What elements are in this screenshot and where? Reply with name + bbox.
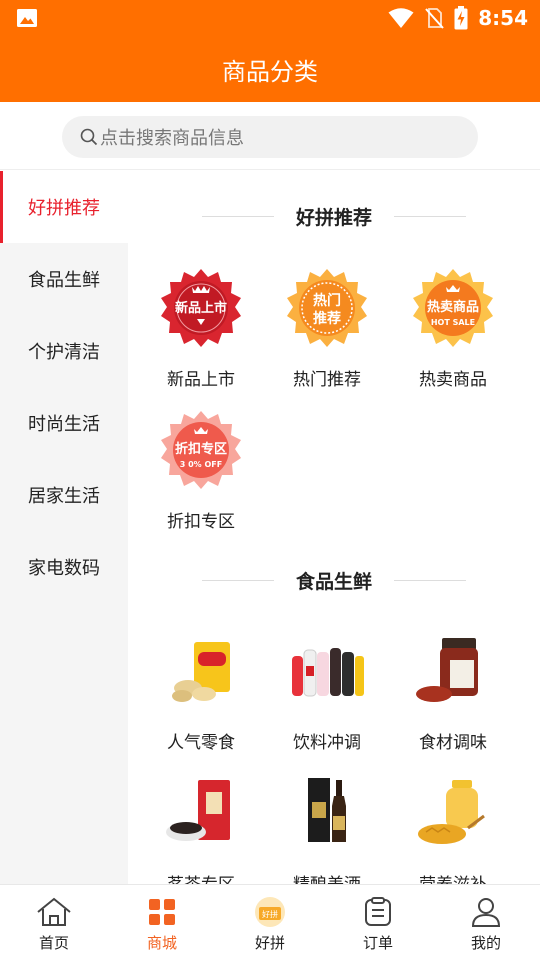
category-item-seasoning[interactable]: 食材调味 — [390, 630, 516, 753]
sidebar-item-label: 好拼推荐 — [28, 198, 100, 219]
tab-home[interactable]: 首页 — [0, 885, 108, 960]
hot-sale-badge-icon: 热卖商品 HOT SALE — [413, 269, 493, 347]
tab-haopin[interactable]: 好拼 好拼 — [216, 885, 324, 960]
sauce-jar-icon — [416, 638, 478, 702]
tab-mall[interactable]: 商城 — [108, 885, 216, 960]
search-placeholder: 点击搜索商品信息 — [100, 128, 244, 149]
category-item-label: 饮料冲调 — [293, 733, 361, 753]
user-icon — [471, 898, 501, 927]
tab-orders[interactable]: 订单 — [324, 885, 432, 960]
sidebar-item-label: 食品生鲜 — [28, 270, 100, 291]
sidebar-item-label: 时尚生活 — [28, 414, 100, 435]
honey-icon — [418, 780, 485, 844]
sidebar-item-home[interactable]: 居家生活 — [0, 459, 128, 531]
sidebar-item-label: 居家生活 — [28, 486, 100, 507]
sidebar-item-haopin[interactable]: 好拼推荐 — [0, 171, 128, 243]
category-item-label: 人气零食 — [167, 733, 235, 753]
home-icon — [37, 897, 71, 926]
badge-text: 折扣专区 — [175, 441, 227, 457]
category-item-label: 营养滋补 — [419, 870, 487, 884]
badge-text: 推荐 — [313, 310, 341, 327]
category-item-label: 热卖商品 — [419, 370, 487, 390]
category-item-label: 精酿美酒 — [293, 870, 361, 884]
badge-text: 新品上市 — [175, 300, 227, 316]
badge-text: 热卖商品 — [427, 299, 479, 315]
battery-charging-icon — [454, 6, 468, 30]
haopin-badge-text: 好拼 — [262, 909, 278, 919]
order-icon — [365, 897, 391, 926]
page-title-bar: 商品分类 — [0, 36, 540, 102]
category-item-nutrition[interactable]: 营养滋补 — [390, 772, 516, 884]
tab-label: 首页 — [38, 934, 69, 952]
haopin-icon: 好拼 — [255, 897, 285, 927]
wifi-icon — [388, 8, 414, 28]
drinks-icon — [292, 648, 364, 697]
category-item-drinks[interactable]: 饮料冲调 — [264, 630, 390, 753]
search-input[interactable]: 点击搜索商品信息 — [62, 116, 478, 158]
tab-label: 好拼 — [254, 934, 285, 952]
section-header-food: 食品生鲜 — [128, 560, 540, 600]
tab-label: 我的 — [470, 934, 501, 952]
category-content: 好拼推荐 新品上市 新品上市 热门 推荐 热门推荐 热卖商品 HOT SALE … — [128, 171, 540, 884]
snack-icon — [172, 642, 230, 702]
category-item-tea[interactable]: 茗茶专区 — [138, 772, 264, 884]
category-item-label: 食材调味 — [419, 733, 487, 753]
badge-text: 热门 — [313, 292, 341, 309]
category-item-hot-recommend[interactable]: 热门 推荐 热门推荐 — [264, 267, 390, 390]
category-item-new-arrivals[interactable]: 新品上市 新品上市 — [138, 267, 264, 390]
clock: 8:54 — [478, 6, 528, 30]
badge-text: HOT SALE — [431, 318, 475, 327]
category-item-label: 热门推荐 — [293, 370, 361, 390]
grid-icon — [149, 899, 175, 925]
sidebar-item-electronics[interactable]: 家电数码 — [0, 531, 128, 603]
tab-me[interactable]: 我的 — [432, 885, 540, 960]
sidebar-item-fashion[interactable]: 时尚生活 — [0, 387, 128, 459]
sidebar-item-personal-care[interactable]: 个护清洁 — [0, 315, 128, 387]
page-title: 商品分类 — [222, 57, 318, 86]
sidebar-item-label: 个护清洁 — [28, 342, 100, 363]
image-icon — [17, 9, 37, 27]
category-item-snacks[interactable]: 人气零食 — [138, 630, 264, 753]
section-title: 食品生鲜 — [295, 570, 372, 593]
tea-icon — [166, 780, 230, 841]
status-bar: 8:54 — [0, 0, 540, 36]
section-header-haopin: 好拼推荐 — [128, 196, 540, 236]
badge-text: 3 0% OFF — [180, 460, 222, 469]
category-item-label: 茗茶专区 — [167, 870, 235, 884]
bottom-tab-bar: 首页 商城 好拼 好拼 订单 我的 — [0, 884, 540, 960]
sidebar-item-label: 家电数码 — [28, 558, 100, 579]
no-sim-icon — [425, 8, 444, 29]
new-arrivals-badge-icon: 新品上市 — [161, 269, 241, 347]
search-icon — [80, 128, 98, 146]
category-item-discount[interactable]: 折扣专区 3 0% OFF 折扣专区 — [138, 409, 264, 532]
tab-label: 商城 — [146, 934, 177, 952]
search-area: 点击搜索商品信息 — [0, 102, 540, 170]
category-item-label: 折扣专区 — [167, 512, 235, 532]
category-item-liquor[interactable]: 精酿美酒 — [264, 772, 390, 884]
discount-badge-icon: 折扣专区 3 0% OFF — [161, 411, 241, 489]
sidebar-item-food[interactable]: 食品生鲜 — [0, 243, 128, 315]
section-title: 好拼推荐 — [295, 206, 372, 229]
category-sidebar: 好拼推荐 食品生鲜 个护清洁 时尚生活 居家生活 家电数码 — [0, 171, 128, 884]
liquor-bottle-icon — [308, 778, 346, 842]
hot-recommend-badge-icon: 热门 推荐 — [287, 269, 367, 347]
category-item-label: 新品上市 — [167, 370, 235, 390]
tab-label: 订单 — [362, 934, 393, 952]
category-item-hot-sale[interactable]: 热卖商品 HOT SALE 热卖商品 — [390, 267, 516, 390]
